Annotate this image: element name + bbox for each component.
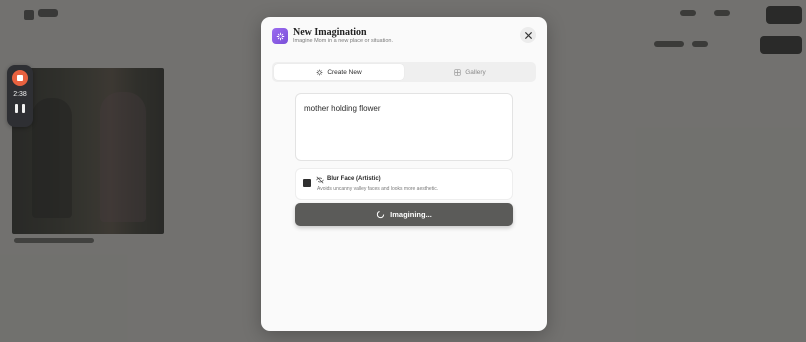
grid-icon: [454, 68, 461, 76]
tab-label: Create New: [327, 68, 362, 76]
blur-face-description: Avoids uncanny valley faces and looks mo…: [317, 186, 439, 192]
imagine-button-label: Imagining...: [390, 210, 432, 219]
modal-title: New Imagination: [293, 27, 367, 38]
screen-recorder-widget: 2:38: [7, 65, 33, 127]
prompt-text: mother holding flower: [304, 104, 381, 113]
close-icon: [524, 31, 532, 39]
close-button[interactable]: [520, 27, 536, 43]
sparkles-icon: [316, 69, 323, 75]
recording-timer: 2:38: [13, 91, 27, 98]
blur-face-checkbox[interactable]: [303, 179, 311, 187]
pause-icon: [15, 104, 18, 113]
tab-gallery[interactable]: Gallery: [406, 64, 534, 80]
blur-face-title: Blur Face (Artistic): [327, 176, 381, 182]
stop-recording-button[interactable]: [12, 70, 28, 86]
imagination-prompt-input[interactable]: mother holding flower: [295, 93, 513, 161]
mode-tabs: Create New Gallery: [272, 62, 536, 82]
blur-face-option[interactable]: Blur Face (Artistic) Avoids uncanny vall…: [295, 168, 513, 200]
stop-icon: [17, 75, 23, 81]
loading-spinner-icon: [377, 210, 385, 219]
new-imagination-modal: New Imagination Imagine Mom in a new pla…: [261, 17, 547, 331]
tab-create-new[interactable]: Create New: [274, 64, 404, 80]
imagine-submit-button[interactable]: Imagining...: [295, 203, 513, 226]
tab-label: Gallery: [465, 68, 486, 76]
sparkles-icon: [272, 28, 288, 44]
modal-subtitle: Imagine Mom in a new place or situation.: [293, 38, 393, 44]
pause-recording-button[interactable]: [15, 104, 25, 113]
eye-off-icon: [316, 176, 324, 184]
